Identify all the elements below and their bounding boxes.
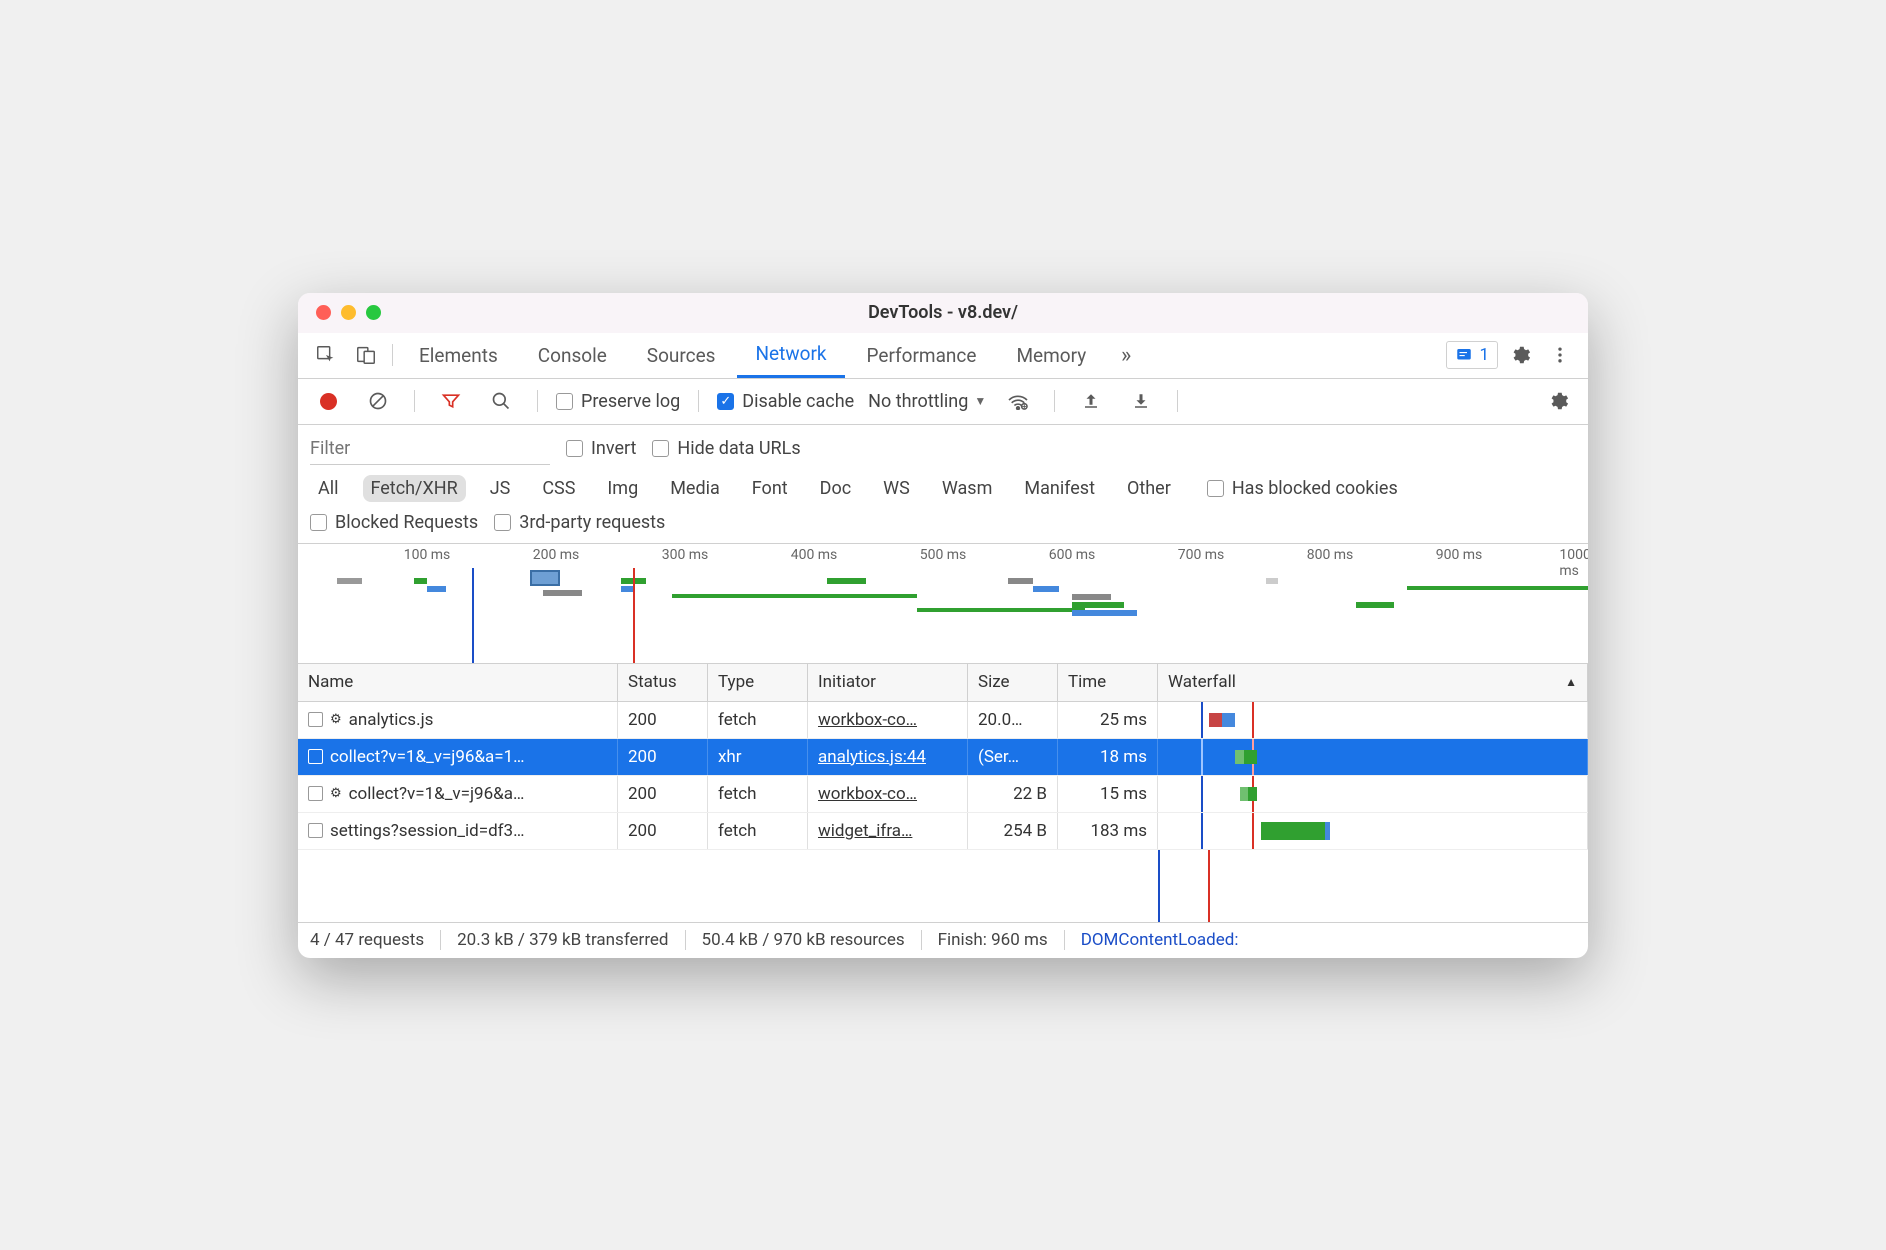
- invert-checkbox[interactable]: Invert: [566, 438, 636, 459]
- gear-icon: ⚙: [330, 712, 342, 727]
- inspect-icon[interactable]: [308, 337, 344, 373]
- status-bar: 4 / 47 requests 20.3 kB / 379 kB transfe…: [298, 922, 1588, 958]
- upload-icon[interactable]: [1073, 383, 1109, 419]
- type-font[interactable]: Font: [744, 475, 796, 502]
- main-tabbar: Elements Console Sources Network Perform…: [298, 333, 1588, 379]
- disable-cache-checkbox[interactable]: ✓Disable cache: [717, 391, 854, 412]
- issues-count: 1: [1479, 345, 1489, 365]
- table-row[interactable]: collect?v=1&_v=j96&a=1… 200 xhr analytic…: [298, 739, 1588, 776]
- type-manifest[interactable]: Manifest: [1016, 475, 1103, 502]
- col-waterfall[interactable]: Waterfall▲: [1158, 664, 1588, 701]
- issues-badge[interactable]: 1: [1446, 341, 1498, 369]
- devtools-window: DevTools - v8.dev/ Elements Console Sour…: [298, 293, 1588, 958]
- window-title: DevTools - v8.dev/: [868, 302, 1018, 323]
- table-header: Name Status Type Initiator Size Time Wat…: [298, 664, 1588, 702]
- close-icon[interactable]: [316, 305, 331, 320]
- status-finish: Finish: 960 ms: [922, 930, 1065, 950]
- gear-icon: ⚙: [330, 786, 342, 801]
- preserve-log-checkbox[interactable]: Preserve log: [556, 391, 680, 412]
- titlebar: DevTools - v8.dev/: [298, 293, 1588, 333]
- kebab-icon[interactable]: [1542, 337, 1578, 373]
- record-button[interactable]: [310, 383, 346, 419]
- col-initiator[interactable]: Initiator: [808, 664, 968, 701]
- row-checkbox[interactable]: [308, 749, 323, 764]
- download-icon[interactable]: [1123, 383, 1159, 419]
- timeline-overview[interactable]: 100 ms 200 ms 300 ms 400 ms 500 ms 600 m…: [298, 544, 1588, 664]
- sort-indicator-icon: ▲: [1565, 675, 1577, 689]
- clear-icon[interactable]: [360, 383, 396, 419]
- status-dcl: DOMContentLoaded:: [1065, 930, 1255, 950]
- request-table: ⚙analytics.js 200 fetch workbox-co… 20.0…: [298, 702, 1588, 922]
- type-all[interactable]: All: [310, 475, 347, 502]
- has-blocked-cookies-checkbox[interactable]: Has blocked cookies: [1207, 478, 1398, 499]
- filter-input[interactable]: [310, 433, 550, 465]
- col-time[interactable]: Time: [1058, 664, 1158, 701]
- third-party-checkbox[interactable]: 3rd-party requests: [494, 512, 665, 533]
- settings-icon[interactable]: [1502, 337, 1538, 373]
- filter-icon[interactable]: [433, 383, 469, 419]
- status-resources: 50.4 kB / 970 kB resources: [686, 930, 922, 950]
- tab-elements[interactable]: Elements: [401, 332, 516, 378]
- row-checkbox[interactable]: [308, 712, 323, 727]
- table-row[interactable]: ⚙collect?v=1&_v=j96&a… 200 fetch workbox…: [298, 776, 1588, 813]
- network-toolbar: Preserve log ✓Disable cache No throttlin…: [298, 379, 1588, 425]
- network-conditions-icon[interactable]: [1000, 383, 1036, 419]
- traffic-lights: [298, 305, 381, 320]
- type-doc[interactable]: Doc: [812, 475, 860, 502]
- type-img[interactable]: Img: [599, 475, 646, 502]
- type-js[interactable]: JS: [482, 475, 519, 502]
- table-row[interactable]: ⚙analytics.js 200 fetch workbox-co… 20.0…: [298, 702, 1588, 739]
- type-other[interactable]: Other: [1119, 475, 1179, 502]
- type-fetch-xhr[interactable]: Fetch/XHR: [363, 475, 466, 502]
- throttling-select[interactable]: No throttling ▼: [868, 391, 986, 412]
- tab-console[interactable]: Console: [520, 332, 625, 378]
- tab-sources[interactable]: Sources: [629, 332, 734, 378]
- tab-network[interactable]: Network: [737, 332, 844, 378]
- search-icon[interactable]: [483, 383, 519, 419]
- row-checkbox[interactable]: [308, 823, 323, 838]
- status-requests: 4 / 47 requests: [310, 930, 441, 950]
- col-type[interactable]: Type: [708, 664, 808, 701]
- col-size[interactable]: Size: [968, 664, 1058, 701]
- tab-memory[interactable]: Memory: [998, 332, 1104, 378]
- panel-settings-icon[interactable]: [1540, 383, 1576, 419]
- more-tabs-icon[interactable]: »: [1108, 337, 1144, 373]
- row-checkbox[interactable]: [308, 786, 323, 801]
- type-ws[interactable]: WS: [875, 475, 918, 502]
- blocked-requests-checkbox[interactable]: Blocked Requests: [310, 512, 478, 533]
- col-status[interactable]: Status: [618, 664, 708, 701]
- col-name[interactable]: Name: [298, 664, 618, 701]
- type-media[interactable]: Media: [662, 475, 728, 502]
- device-toggle-icon[interactable]: [348, 337, 384, 373]
- hide-data-urls-checkbox[interactable]: Hide data URLs: [652, 438, 800, 459]
- filter-bar: Invert Hide data URLs All Fetch/XHR JS C…: [298, 425, 1588, 544]
- minimize-icon[interactable]: [341, 305, 356, 320]
- divider: [392, 344, 393, 366]
- status-transferred: 20.3 kB / 379 kB transferred: [441, 930, 685, 950]
- type-wasm[interactable]: Wasm: [934, 475, 1001, 502]
- maximize-icon[interactable]: [366, 305, 381, 320]
- table-row[interactable]: settings?session_id=df3… 200 fetch widge…: [298, 813, 1588, 850]
- tab-performance[interactable]: Performance: [849, 332, 995, 378]
- type-css[interactable]: CSS: [534, 475, 583, 502]
- selection-overlay[interactable]: [530, 570, 560, 586]
